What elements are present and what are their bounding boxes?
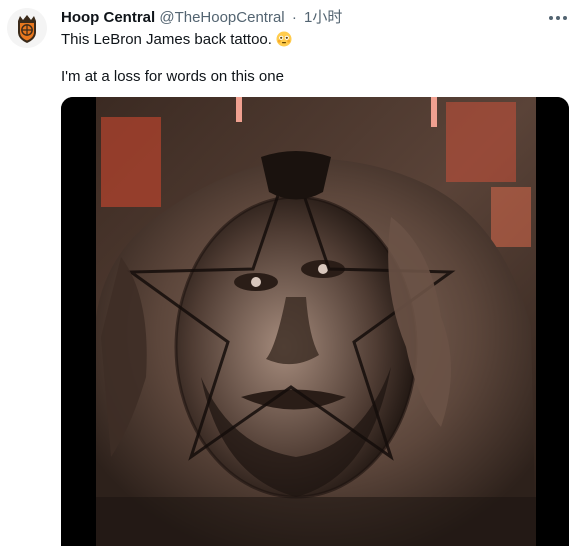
- tattoo-photo: [61, 97, 569, 546]
- user-handle[interactable]: @TheHoopCentral: [159, 9, 284, 26]
- hoop-central-logo-icon: [7, 8, 47, 48]
- tweet-header: Hoop Central @TheHoopCentral · 1小时: [61, 8, 342, 28]
- display-name[interactable]: Hoop Central: [61, 9, 155, 26]
- avatar[interactable]: [7, 8, 47, 48]
- tweet-card[interactable]: Hoop Central @TheHoopCentral · 1小时 This …: [0, 0, 580, 546]
- separator: ·: [291, 9, 297, 26]
- tweet-text-line2: I'm at a loss for words on this one: [61, 68, 284, 85]
- more-options-icon[interactable]: [548, 10, 568, 26]
- tweet-text: This LeBron James back tattoo.: [61, 31, 272, 48]
- tweet-text-line1: This LeBron James back tattoo.: [61, 30, 292, 50]
- timestamp[interactable]: 1小时: [304, 9, 342, 26]
- flushed-face-icon: [276, 31, 292, 47]
- tweet-media-image[interactable]: [61, 97, 569, 546]
